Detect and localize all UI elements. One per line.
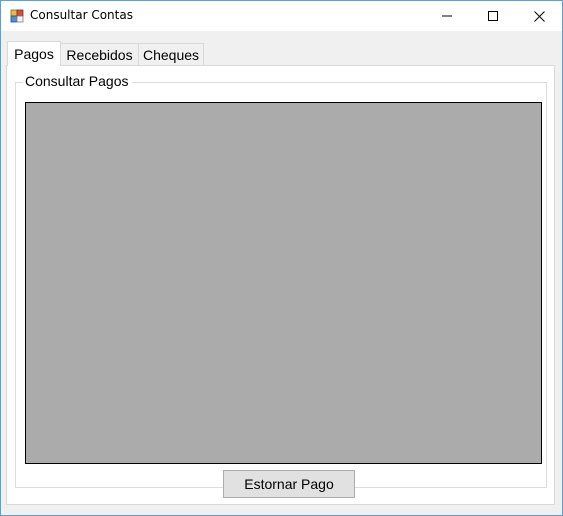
- tab-recebidos[interactable]: Recebidos: [60, 43, 139, 65]
- close-button[interactable]: [516, 1, 562, 31]
- window-title: Consultar Contas: [30, 8, 133, 22]
- tab-pagos-label: Pagos: [14, 46, 54, 62]
- tab-pagos[interactable]: Pagos: [7, 41, 61, 66]
- payments-grid[interactable]: [25, 102, 542, 464]
- app-icon: [10, 9, 24, 23]
- tab-recebidos-label: Recebidos: [66, 47, 133, 63]
- tab-cheques[interactable]: Cheques: [138, 43, 204, 65]
- client-area: Pagos Recebidos Cheques Consultar Pagos …: [1, 31, 562, 515]
- close-icon: [533, 10, 545, 22]
- minimize-button[interactable]: [424, 1, 470, 31]
- maximize-button[interactable]: [470, 1, 516, 31]
- tab-page-pagos: Consultar Pagos Estornar Pago: [6, 65, 555, 505]
- estornar-pago-button[interactable]: Estornar Pago: [223, 470, 355, 498]
- window: Consultar Contas Pagos Recebidos Cheques: [0, 0, 563, 516]
- maximize-icon: [488, 11, 498, 21]
- tab-cheques-label: Cheques: [142, 47, 200, 63]
- group-title: Consultar Pagos: [23, 73, 132, 89]
- minimize-icon: [442, 15, 452, 17]
- title-bar[interactable]: Consultar Contas: [1, 1, 562, 31]
